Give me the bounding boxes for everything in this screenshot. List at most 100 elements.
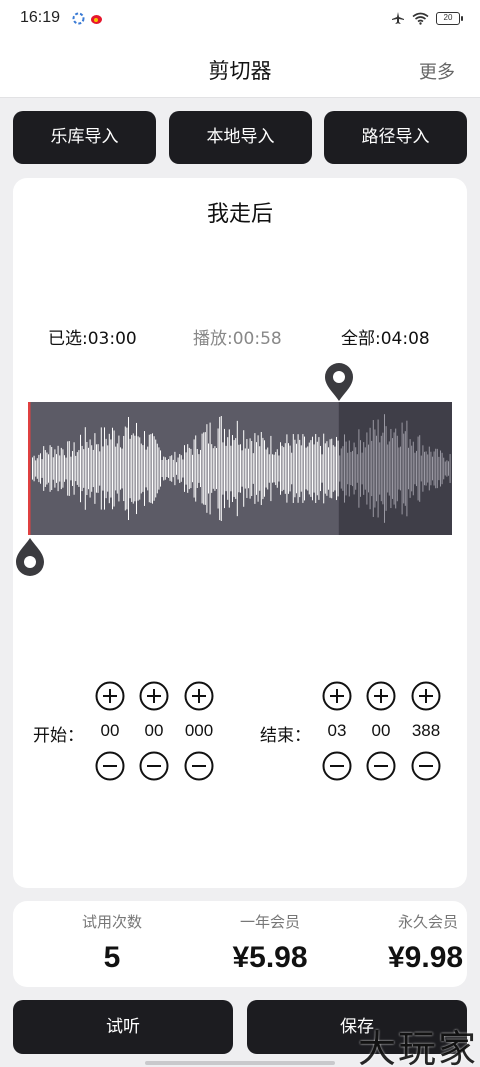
waveform-bar <box>230 445 232 492</box>
waveform-bar <box>59 455 61 482</box>
waveform-bar <box>32 457 33 480</box>
start-seconds-minus-icon[interactable] <box>139 751 169 781</box>
waveform-bar <box>329 439 331 498</box>
waveform-bar <box>208 443 209 494</box>
waveform-bar <box>376 435 377 502</box>
waveform-bar <box>331 438 333 499</box>
waveform-bar <box>196 448 198 489</box>
waveform-bar <box>276 449 278 488</box>
waveform-bar <box>336 436 337 501</box>
waveform-bar <box>201 433 203 504</box>
waveform-bar <box>56 454 57 483</box>
playhead-marker-icon[interactable] <box>324 362 354 402</box>
waveform-bar <box>75 455 77 482</box>
waveform-bar <box>436 448 438 489</box>
waveform-bar <box>235 438 237 499</box>
status-bar: 16:19 20 <box>0 0 480 38</box>
lifetime-plan-label[interactable]: 永久会员 <box>368 911 480 932</box>
start-line <box>28 402 31 535</box>
start-minutes-minus-icon[interactable] <box>95 751 125 781</box>
waveform-bar <box>380 435 382 502</box>
waveform-bar <box>435 448 437 489</box>
start-minutes-plus-icon[interactable] <box>95 681 125 711</box>
waveform-bar <box>416 450 417 487</box>
end-minutes-minus-icon[interactable] <box>322 751 352 781</box>
battery-icon: 20 <box>436 11 463 25</box>
end-minutes-plus-icon[interactable] <box>322 681 352 711</box>
waveform-bar <box>73 442 75 495</box>
waveform-bar <box>52 457 54 480</box>
listen-button[interactable]: 试听 <box>13 1000 233 1054</box>
waveform-bar <box>267 447 269 490</box>
waveform-bar <box>128 416 129 521</box>
waveform-bar <box>374 429 376 508</box>
waveform-bar <box>148 434 150 503</box>
lifetime-plan-price[interactable]: ¥9.98 <box>362 941 480 975</box>
start-seconds-plus-icon[interactable] <box>139 681 169 711</box>
waveform-bar <box>209 422 211 515</box>
waveform-bar <box>387 444 389 493</box>
more-button[interactable]: 更多 <box>419 58 455 84</box>
waveform-bar <box>275 451 277 486</box>
end-milliseconds-minus-icon[interactable] <box>411 751 441 781</box>
waveform-bar <box>214 446 216 491</box>
waveform-bar <box>249 438 251 499</box>
start-seconds-value: 00 <box>144 721 164 740</box>
waveform-bar <box>169 456 171 481</box>
start-milliseconds-plus-icon[interactable] <box>184 681 214 711</box>
waveform-bar <box>142 445 144 492</box>
home-indicator[interactable] <box>145 1061 335 1065</box>
waveform-bar <box>80 434 81 503</box>
audio-waveform[interactable] <box>28 402 452 535</box>
start-milliseconds-minus-icon[interactable] <box>184 751 214 781</box>
waveform-bar <box>200 449 201 488</box>
waveform-bar <box>113 430 115 507</box>
waveform-bar <box>187 444 189 493</box>
end-minutes-value: 03 <box>327 721 347 740</box>
annual-plan-price[interactable]: ¥5.98 <box>200 941 340 975</box>
waveform-bar <box>152 433 153 504</box>
waveform-bar <box>94 433 96 504</box>
waveform-bar <box>281 445 283 492</box>
waveform-bar <box>40 453 41 484</box>
waveform-bar <box>64 455 65 482</box>
play-position: 播放:00:58 <box>193 329 282 349</box>
waveform-bar <box>438 456 440 481</box>
waveform-bar <box>355 447 357 490</box>
waveform-bar <box>236 420 238 517</box>
waveform-bar <box>372 420 374 517</box>
waveform-bar <box>324 443 326 494</box>
waveform-bar <box>388 441 390 496</box>
waveform-bar <box>448 461 449 476</box>
end-label: 结束： <box>260 726 311 746</box>
waveform-bar <box>171 455 173 482</box>
waveform-bar <box>228 429 230 508</box>
path-import-button[interactable]: 路径导入 <box>324 111 467 164</box>
waveform-bar <box>54 449 56 488</box>
waveform-bar <box>340 448 342 489</box>
local-import-button[interactable]: 本地导入 <box>169 111 312 164</box>
waveform-bar <box>89 439 91 498</box>
waveform-bar <box>131 435 133 502</box>
waveform-bar <box>176 462 177 475</box>
waveform-bar <box>38 454 40 483</box>
waveform-bar <box>120 447 121 490</box>
waveform-bar <box>304 436 305 501</box>
waveform-bar <box>204 432 206 505</box>
waveform-bar <box>105 438 107 499</box>
music-library-import-button[interactable]: 乐库导入 <box>13 111 156 164</box>
waveform-bar <box>84 427 86 510</box>
start-marker-icon[interactable] <box>15 537 45 577</box>
start-minutes-value: 00 <box>100 721 120 740</box>
end-milliseconds-plus-icon[interactable] <box>411 681 441 711</box>
waveform-bar <box>172 459 174 478</box>
waveform-bar <box>278 455 280 482</box>
waveform-bar <box>86 441 88 496</box>
annual-plan-label[interactable]: 一年会员 <box>210 911 330 932</box>
end-seconds-plus-icon[interactable] <box>366 681 396 711</box>
waveform-bar <box>225 445 227 492</box>
trial-count-label: 试用次数 <box>81 913 142 931</box>
nav-bar: 剪切器 更多 <box>0 38 480 98</box>
end-seconds-minus-icon[interactable] <box>366 751 396 781</box>
waveform-bar <box>33 455 35 482</box>
